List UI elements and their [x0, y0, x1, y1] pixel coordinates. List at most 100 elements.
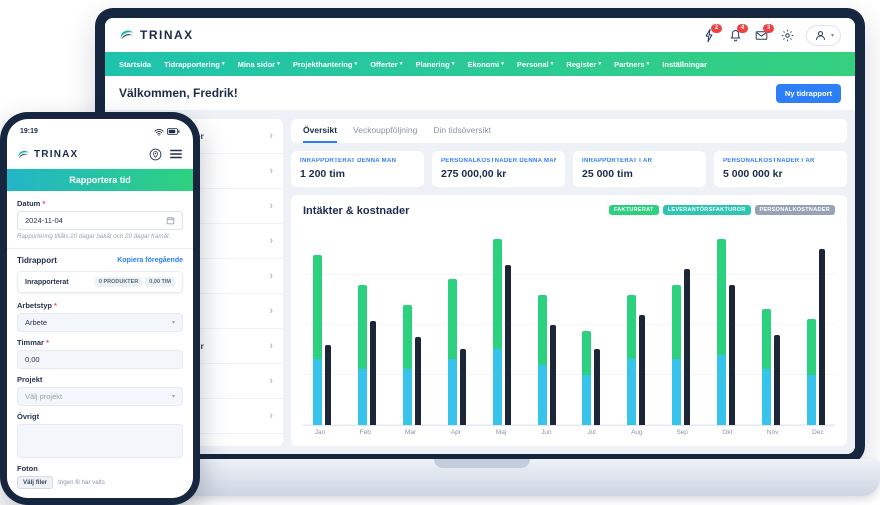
leverantorsfakturor-bar-segment [672, 359, 681, 425]
personalkostnader-bar [639, 315, 645, 425]
personalkostnader-bar [325, 345, 331, 425]
new-timereport-button[interactable]: Ny tidrapport [776, 84, 841, 103]
projekt-field: Projekt Välj projekt ▾ [17, 375, 183, 406]
chevron-right-icon [269, 270, 273, 282]
bar-group-jun [538, 225, 556, 425]
status-time: 19:19 [20, 128, 38, 135]
fakturerat-bar-segment [313, 255, 322, 359]
header-icons: 243▾ [702, 25, 841, 46]
datum-input[interactable]: 2024-11-04 [17, 211, 183, 230]
timmar-field: Timmar 0,00 [17, 338, 183, 369]
phone-screen: 19:19 TRINAX [7, 119, 193, 498]
caret-icon: ▾ [277, 61, 280, 67]
products-badge: 0 PRODUKTER [95, 277, 142, 287]
main-panel: Översikt Veckouppföljning Din tidsöversikt… [291, 119, 847, 446]
x-axis-label: Jun [535, 429, 557, 436]
desktop-header: TRINAX 243▾ [105, 18, 855, 52]
personalkostnader-bar [774, 335, 780, 425]
copy-previous-link[interactable]: Kopiera föregående [117, 257, 183, 264]
x-axis-label: Sep [671, 429, 693, 436]
stat-card-personalkostnader-denna-m-n: PERSONALKOSTNADER DENNA MÅN275 000,00 kr [432, 151, 565, 187]
status-icons [154, 128, 180, 136]
tidrapport-header-row: Tidrapport Kopiera föregående [17, 256, 183, 265]
chevron-right-icon [269, 340, 273, 352]
bar-group-aug [627, 225, 645, 425]
inrapporterat-card[interactable]: Inrapporterat 0 PRODUKTER 0,00 TIM [17, 271, 183, 293]
datum-label-text: Datum [17, 199, 40, 208]
nav-item-ekonomi[interactable]: Ekonomi▾ [467, 60, 503, 69]
nav-item-register[interactable]: Register▾ [566, 60, 601, 69]
mail-icon[interactable]: 3 [754, 28, 769, 43]
location-pin-icon[interactable] [149, 148, 162, 161]
tab-veckouppf-ljning[interactable]: Veckouppföljning [353, 119, 417, 143]
file-status-text: Ingen fil har valts [58, 479, 105, 486]
bolt-icon[interactable]: 2 [702, 28, 717, 43]
caret-icon: ▾ [400, 61, 403, 67]
tab-din-tids-versikt[interactable]: Din tidsöversikt [433, 119, 491, 143]
content-area: LeverantörsfakturorPågående projektFasti… [105, 111, 855, 454]
chevron-down-icon: ▾ [831, 32, 834, 39]
nav-item-planering[interactable]: Planering▾ [416, 60, 455, 69]
welcome-strip: Välkommen, Fredrik! Ny tidrapport [105, 76, 855, 111]
bell-icon[interactable]: 4 [728, 28, 743, 43]
x-axis-label: Jan [309, 429, 331, 436]
foton-label-text: Foton [17, 464, 38, 473]
nav-item-tidrapportering[interactable]: Tidrapportering▾ [164, 60, 224, 69]
laptop-base [84, 459, 880, 496]
inrapporterat-badges: 0 PRODUKTER 0,00 TIM [95, 277, 175, 287]
brand-swoosh-icon [119, 27, 135, 43]
tab-versikt[interactable]: Översikt [303, 119, 337, 143]
chevron-right-icon [269, 235, 273, 247]
nav-item-startsida[interactable]: Startsida [119, 60, 151, 69]
brand-name: TRINAX [140, 28, 194, 42]
fakturerat-bar-segment [762, 309, 771, 369]
gear-icon[interactable] [780, 28, 795, 43]
bar-group-apr [448, 225, 466, 425]
user-icon[interactable]: ▾ [806, 25, 841, 46]
caret-icon: ▾ [647, 61, 650, 67]
ovrigt-textarea[interactable] [17, 424, 183, 458]
stat-value: 25 000 tim [582, 168, 697, 180]
stacked-bar [493, 225, 502, 425]
nav-item-projekthantering[interactable]: Projekthantering▾ [293, 60, 357, 69]
notification-badge: 2 [711, 24, 722, 33]
leverantorsfakturor-bar-segment [493, 349, 502, 425]
nav-item-offerter[interactable]: Offerter▾ [370, 60, 402, 69]
leverantorsfakturor-bar-segment [762, 369, 771, 425]
nav-item-inst-llningar[interactable]: Inställningar [662, 60, 707, 69]
bar-group-jan [313, 225, 331, 425]
bar-group-okt [717, 225, 735, 425]
personalkostnader-bar [819, 249, 825, 425]
hamburger-menu-icon[interactable] [169, 148, 183, 160]
timmar-label: Timmar [17, 338, 183, 347]
overview-tabs: Översikt Veckouppföljning Din tidsöversikt [291, 119, 847, 143]
nav-item-mina-sidor[interactable]: Mina sidor▾ [238, 60, 280, 69]
x-axis-label: Feb [354, 429, 376, 436]
timmar-input[interactable]: 0,00 [17, 350, 183, 369]
rapportera-tid-banner: Rapportera tid [7, 169, 193, 191]
x-axis-label: Aug [626, 429, 648, 436]
arbetstyp-select[interactable]: Arbete ▾ [17, 313, 183, 332]
ovrigt-label-text: Övrigt [17, 412, 39, 421]
fakturerat-bar-segment [403, 305, 412, 369]
desktop-screen: TRINAX 243▾ StartsidaTidrapportering▾Min… [105, 18, 855, 454]
datum-field: Datum 2024-11-04 Rapportering tillåts 20… [17, 199, 183, 241]
legend-pill-fakturerat: FAKTURERAT [609, 205, 659, 215]
fakturerat-bar-segment [717, 239, 726, 355]
phone-header: TRINAX [7, 140, 193, 169]
nav-item-personal[interactable]: Personal▾ [517, 60, 553, 69]
personalkostnader-bar [370, 321, 376, 425]
choose-files-button[interactable]: Välj filer [17, 476, 53, 489]
datum-help-text: Rapportering tillåts 20 dagar bakåt och … [17, 233, 183, 241]
timmar-value: 0,00 [25, 355, 40, 364]
caret-icon: ▾ [598, 61, 601, 67]
brand-logo: TRINAX [119, 27, 194, 43]
notification-badge: 4 [737, 24, 748, 33]
nav-item-partners[interactable]: Partners▾ [614, 60, 649, 69]
fakturerat-bar-segment [358, 285, 367, 369]
stacked-bar [762, 225, 771, 425]
legend-pill-personalkostnader: PERSONALKOSTNADER [755, 205, 836, 215]
projekt-select[interactable]: Välj projekt ▾ [17, 387, 183, 406]
datum-label: Datum [17, 199, 183, 208]
stacked-bar [627, 225, 636, 425]
